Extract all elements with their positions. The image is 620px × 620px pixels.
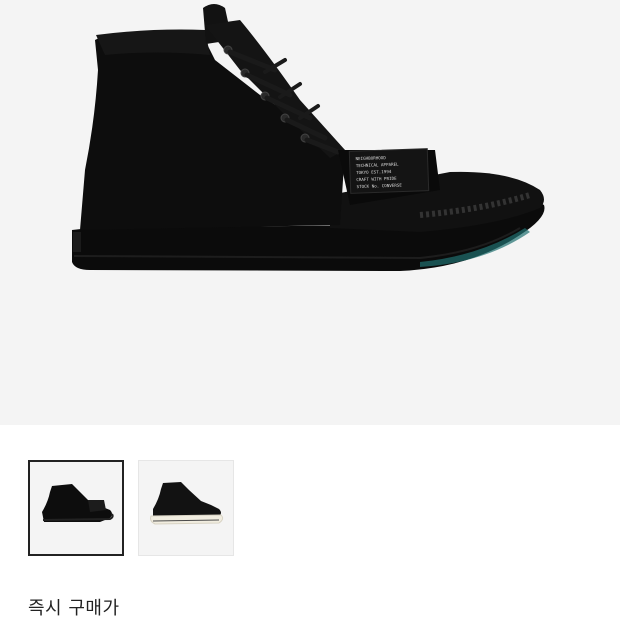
instant-buy-price-label: 즉시 구매가 [28,598,120,619]
shoe-image: NEIGHBORHOOD TECHNICAL APPAREL TOKYO EST… [72,4,545,271]
thumbnail-1-shoe-icon [42,484,114,522]
thumbnail-2-shoe-icon [150,482,224,525]
thumbnail-1[interactable] [28,460,124,556]
thumbnail-2[interactable] [138,460,234,556]
product-detail-page: NEIGHBORHOOD TECHNICAL APPAREL TOKYO EST… [0,0,620,620]
thumbnail-strip [0,425,620,575]
product-hero-image: NEIGHBORHOOD TECHNICAL APPAREL TOKYO EST… [0,0,620,425]
